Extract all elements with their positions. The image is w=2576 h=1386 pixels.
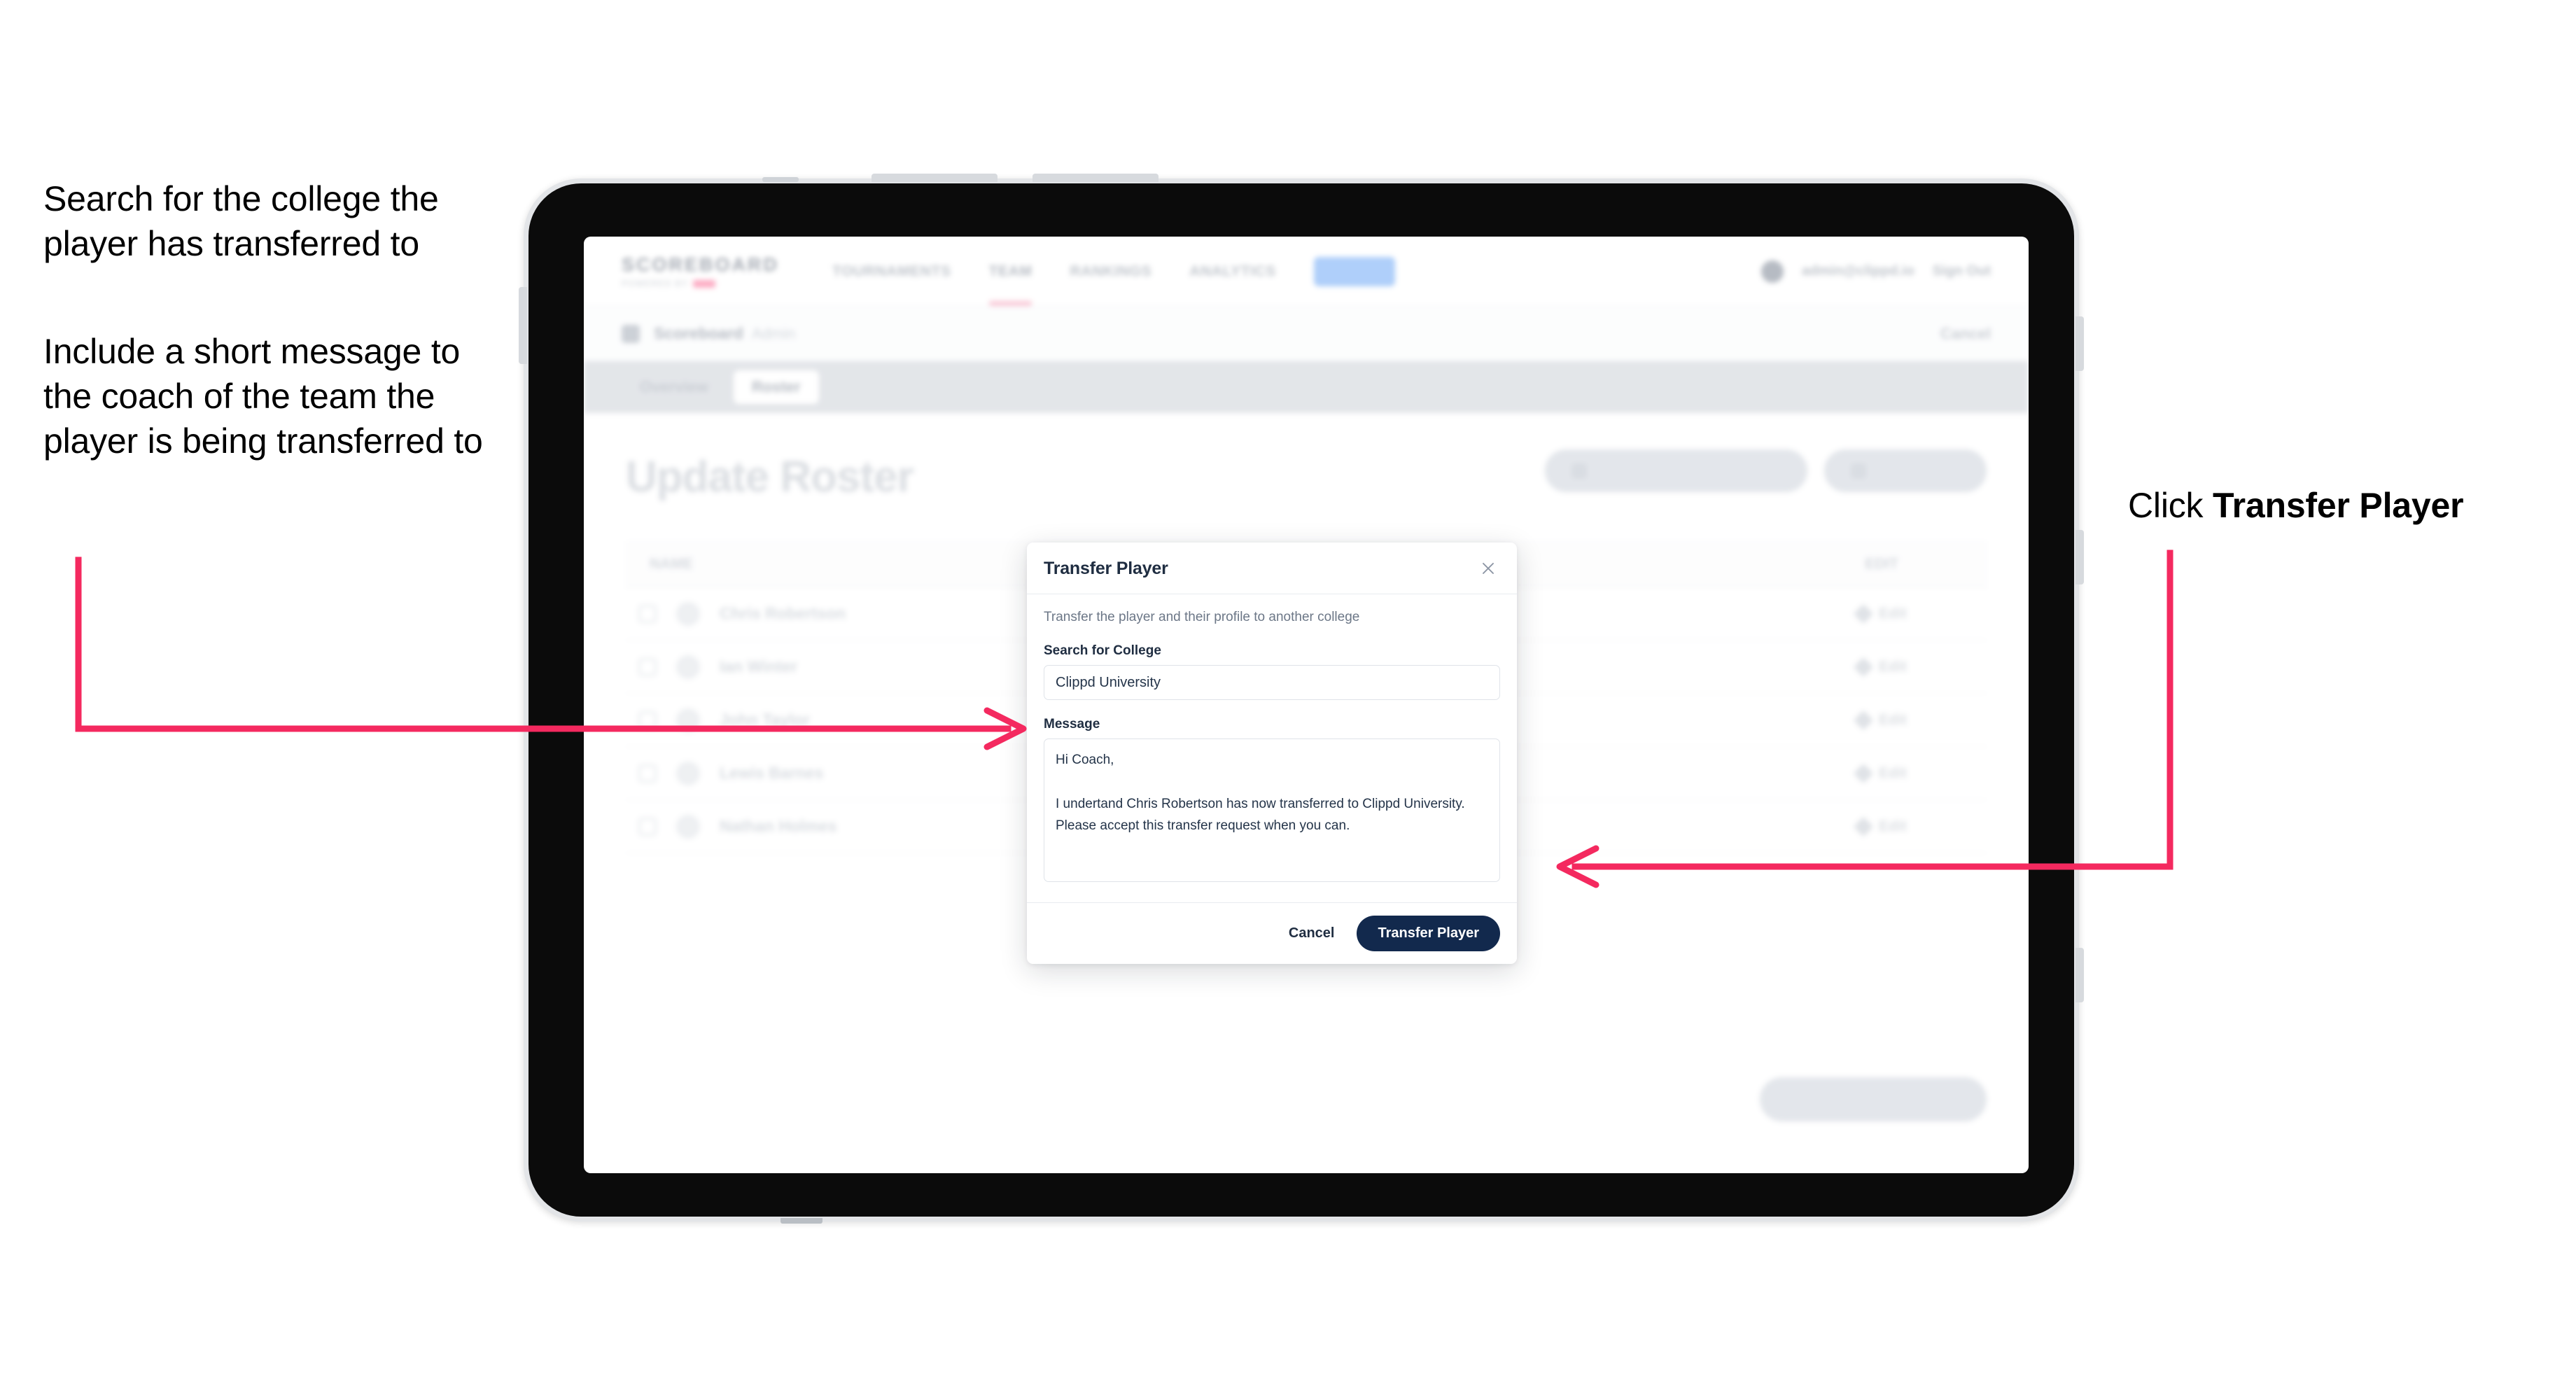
sign-out-link[interactable]: Sign Out (1933, 263, 1991, 279)
dialog-title: Transfer Player (1044, 558, 1168, 578)
message-textarea[interactable] (1044, 738, 1500, 882)
cancel-button[interactable]: Cancel (1273, 917, 1350, 950)
transfer-player-button[interactable]: Transfer Player (1357, 916, 1500, 951)
annotation-search-college: Search for the college the player has tr… (43, 179, 439, 263)
device-top-button-b (1032, 174, 1158, 182)
annotation-click-transfer-player: Click Transfer Player (2128, 483, 2562, 528)
player-avatar (676, 654, 700, 679)
player-name: John Taylor (720, 710, 810, 729)
device-right-button-c (2076, 948, 2084, 1002)
search-college-input[interactable] (1044, 665, 1500, 700)
edit-label: Edit (1879, 658, 1907, 675)
pencil-icon (1854, 763, 1874, 783)
breadcrumb-cancel[interactable]: Cancel (1940, 325, 1991, 343)
app-logo-block: SCOREBOARD POWERED BY (622, 254, 779, 288)
page-action-buttons: Request Player Transfer Add Player (1544, 449, 1987, 492)
annotation-include-message: Include a short message to the coach of … (43, 332, 483, 461)
column-header-edit: EDIT (1865, 555, 1898, 572)
row-checkbox[interactable] (638, 657, 657, 676)
transfer-player-dialog: Transfer Player Transfer the player and … (1027, 542, 1517, 964)
breadcrumb-main[interactable]: Scoreboard (654, 324, 743, 343)
device-right-button-a (2076, 316, 2084, 371)
app-logo: SCOREBOARD (622, 254, 780, 275)
player-avatar (676, 761, 700, 785)
dialog-header: Transfer Player (1027, 542, 1517, 594)
nav-item-tournaments[interactable]: TOURNAMENTS (832, 237, 951, 306)
nav-item-rankings[interactable]: RANKINGS (1070, 237, 1152, 306)
table-row-edit-cell[interactable]: Edit (1777, 603, 1987, 624)
player-avatar (676, 814, 700, 839)
table-row-edit-cell[interactable]: Edit (1777, 763, 1987, 783)
player-name: Ian Winter (720, 657, 797, 676)
app-topbar: SCOREBOARD POWERED BY TOURNAMENTS TEAM R… (584, 237, 2029, 307)
plus-icon (1850, 463, 1866, 479)
row-checkbox[interactable] (638, 817, 657, 836)
app-topbar-right: admin@clippd.io Sign Out (1761, 260, 1991, 283)
save-roster-changes-button[interactable]: Save Roster Changes (1759, 1077, 1987, 1121)
row-checkbox[interactable] (638, 764, 657, 783)
app-main-nav: TOURNAMENTS TEAM RANKINGS ANALYTICS ADMI… (832, 237, 1395, 306)
player-avatar (676, 601, 700, 626)
dialog-description: Transfer the player and their profile to… (1044, 610, 1360, 624)
app-logo-subtitle: POWERED BY (622, 279, 689, 288)
app-tab-bar: Overview Roster (584, 361, 2029, 413)
pencil-icon (1854, 603, 1874, 624)
device-left-button (519, 287, 527, 364)
device-bottom-port (780, 1218, 822, 1224)
table-row-edit-cell[interactable]: Edit (1777, 816, 1987, 836)
annotation-prefix: Click (2128, 486, 2213, 525)
player-name: Chris Robertson (720, 604, 846, 622)
dialog-footer: Cancel Transfer Player (1027, 902, 1517, 964)
tablet-device-frame: SCOREBOARD POWERED BY TOURNAMENTS TEAM R… (519, 174, 2084, 1224)
device-top-button-a (872, 174, 997, 182)
player-avatar (676, 708, 700, 732)
annotation-bold-label: Transfer Player (2213, 486, 2464, 525)
pencil-icon (1854, 710, 1874, 730)
request-player-transfer-button[interactable]: Request Player Transfer (1544, 449, 1807, 492)
row-checkbox[interactable] (638, 604, 657, 623)
edit-label: Edit (1879, 711, 1907, 728)
tablet-screen: SCOREBOARD POWERED BY TOURNAMENTS TEAM R… (584, 237, 2029, 1173)
edit-label: Edit (1879, 764, 1907, 781)
add-player-button[interactable]: Add Player (1823, 449, 1987, 492)
table-row-edit-cell[interactable]: Edit (1777, 657, 1987, 677)
row-checkbox[interactable] (638, 710, 657, 729)
breadcrumb: Scoreboard Admin Cancel (584, 307, 2029, 361)
player-name: Lewis Barnes (720, 764, 824, 782)
edit-label: Edit (1879, 818, 1907, 834)
nav-item-admin[interactable]: ADMIN (1313, 237, 1395, 306)
college-field-group: Search for College (1044, 643, 1500, 700)
device-right-button-b (2076, 530, 2084, 584)
app-logo-sub-row: POWERED BY (622, 279, 779, 288)
nav-item-admin-label: ADMIN (1313, 256, 1395, 286)
transfer-icon (1571, 463, 1587, 479)
breadcrumb-icon (622, 324, 640, 343)
pencil-icon (1854, 657, 1874, 677)
tab-roster[interactable]: Roster (733, 370, 819, 404)
breadcrumb-sub: Admin (751, 324, 796, 342)
close-icon[interactable] (1476, 556, 1500, 580)
screenshot-canvas: Search for the college the player has tr… (0, 0, 2576, 1386)
table-row-edit-cell[interactable]: Edit (1777, 710, 1987, 730)
device-notch (762, 177, 799, 182)
app-logo-mark (693, 279, 716, 288)
message-field-label: Message (1044, 717, 1100, 732)
nav-item-team[interactable]: TEAM (988, 237, 1032, 306)
message-field-group: Message (1044, 717, 1500, 886)
edit-label: Edit (1879, 605, 1907, 622)
college-field-label: Search for College (1044, 643, 1161, 658)
account-email: admin@clippd.io (1802, 263, 1914, 279)
add-player-label: Add Player (1875, 461, 1960, 479)
avatar[interactable] (1761, 260, 1784, 283)
player-name: Nathan Holmes (720, 817, 837, 835)
pencil-icon (1854, 816, 1874, 836)
tab-overview[interactable]: Overview (622, 370, 727, 404)
nav-item-analytics[interactable]: ANALYTICS (1189, 237, 1276, 306)
dialog-body: Transfer the player and their profile to… (1027, 594, 1517, 902)
request-player-transfer-label: Request Player Transfer (1596, 461, 1781, 479)
